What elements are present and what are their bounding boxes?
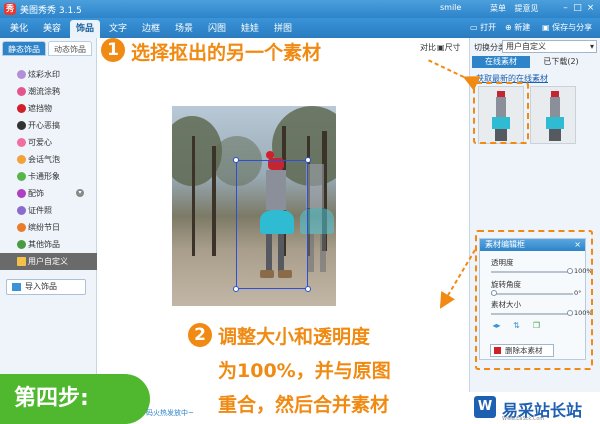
step-1-badge: 1 xyxy=(101,38,125,62)
promo-ticker[interactable]: 码火热发放中~ xyxy=(146,408,194,418)
step-2-caption-line1: 调整大小和透明度 xyxy=(218,326,371,348)
step-four-badge: 第四步: xyxy=(0,374,150,424)
step-2-caption-line2: 为100%，并与原图 xyxy=(218,360,391,382)
step-1-caption: 选择抠出的另一个素材 xyxy=(131,42,322,64)
site-url: Www.EaSck.Com xyxy=(502,416,545,422)
arrow-to-edit-box xyxy=(439,249,476,309)
step-2-badge: 2 xyxy=(188,323,212,347)
site-logo-icon: W xyxy=(474,396,496,418)
step-2-caption-line3: 重合，然后合并素材 xyxy=(218,394,390,416)
site-watermark: W 易采站长站 Www.EaSck.Com xyxy=(468,392,600,424)
arrow-to-thumbnail xyxy=(427,59,481,91)
